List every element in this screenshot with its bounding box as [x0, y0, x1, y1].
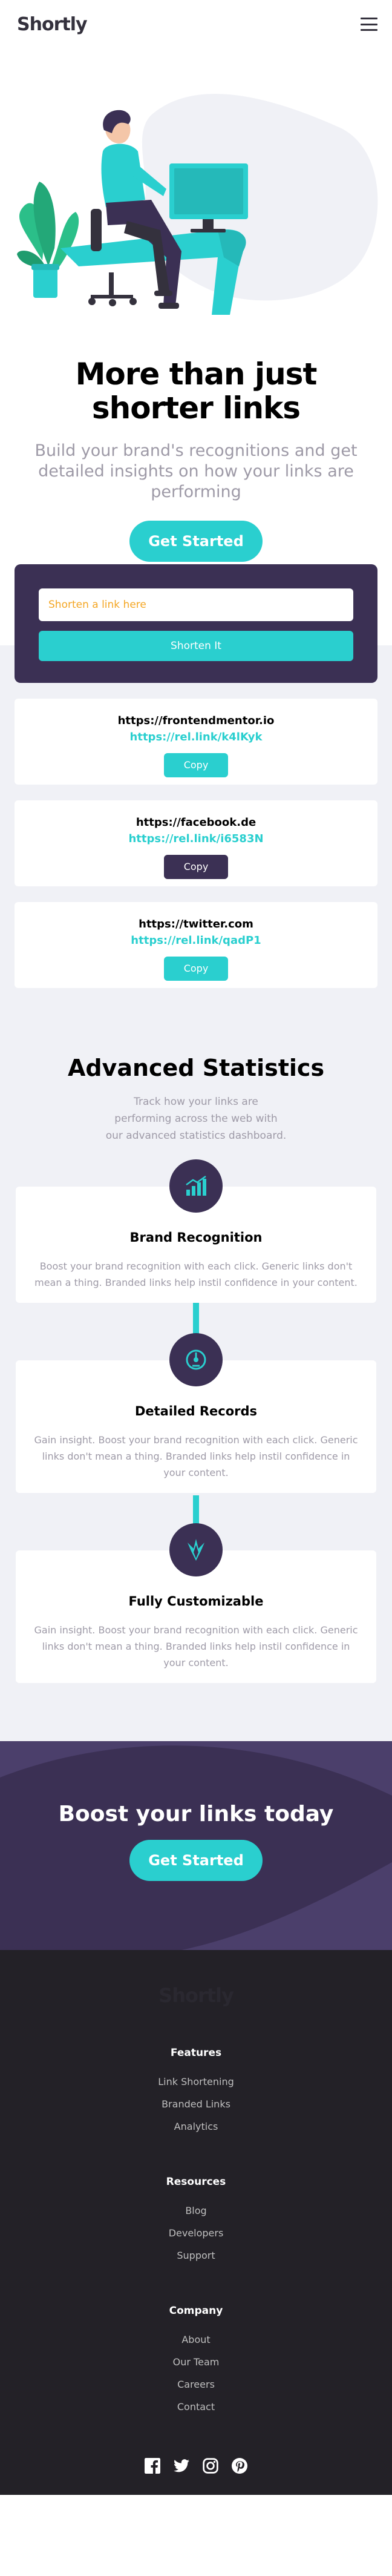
hamburger-icon[interactable]: [361, 18, 377, 31]
hero-subtitle: Build your brand's recognitions and get …: [34, 441, 358, 501]
feature-list: Brand Recognition Boost your brand recog…: [0, 1159, 392, 1683]
get-started-button[interactable]: Get Started: [129, 521, 263, 562]
footer-link[interactable]: Link Shortening: [0, 2076, 392, 2087]
footer-link[interactable]: Analytics: [0, 2121, 392, 2132]
footer-heading: Company: [169, 2305, 223, 2317]
gauge-icon: [169, 1333, 223, 1386]
hero-section: More than just shorter links Build your …: [0, 357, 392, 562]
footer-column-resources: Resources Blog Developers Support: [0, 2176, 392, 2261]
footer-logo[interactable]: Shortly: [0, 1984, 392, 2007]
feature-text: Gain insight. Boost your brand recogniti…: [34, 1624, 358, 1668]
social-links: [0, 2457, 392, 2474]
footer-link[interactable]: Blog: [0, 2205, 392, 2216]
copy-button[interactable]: Copy: [164, 855, 228, 879]
shorten-link-input[interactable]: [39, 588, 353, 621]
footer-column-company: Company About Our Team Careers Contact: [0, 2305, 392, 2413]
footer-heading: Features: [170, 2047, 222, 2059]
footer-link[interactable]: Careers: [0, 2379, 392, 2390]
stats-header: Advanced Statistics Track how your links…: [0, 1004, 392, 1144]
shortened-link-card: https://twitter.com https://rel.link/qad…: [15, 902, 377, 988]
shortened-link-card: https://facebook.de https://rel.link/i65…: [15, 800, 377, 886]
page: Shortly More than just shorter links Bui…: [0, 0, 392, 2576]
footer-link[interactable]: Developers: [0, 2227, 392, 2239]
feature-text: Gain insight. Boost your brand recogniti…: [34, 1434, 358, 1478]
footer-heading: Resources: [166, 2176, 226, 2188]
footer-link[interactable]: Support: [0, 2250, 392, 2261]
boost-get-started-button[interactable]: Get Started: [129, 1840, 263, 1881]
hero-illustration: [0, 48, 392, 333]
shortened-link-card: https://frontendmentor.io https://rel.li…: [15, 699, 377, 785]
short-url[interactable]: https://rel.link/i6583N: [15, 832, 377, 845]
person-working-illustration: [17, 93, 378, 315]
footer-link[interactable]: Branded Links: [0, 2098, 392, 2110]
stats-subtitle: Track how your links are performing acro…: [105, 1096, 287, 1142]
original-url: https://twitter.com: [139, 918, 253, 931]
copy-button[interactable]: Copy: [164, 957, 228, 981]
stats-title: Advanced Statistics: [67, 1055, 325, 1081]
shorten-form: Shorten It: [15, 564, 377, 683]
short-url[interactable]: https://rel.link/k4lKyk: [15, 731, 377, 743]
shorten-it-button[interactable]: Shorten It: [39, 631, 353, 661]
boost-title: Boost your links today: [58, 1802, 334, 1827]
feature-text: Boost your brand recognition with each c…: [34, 1260, 358, 1288]
boost-section: Boost your links today Get Started: [0, 1741, 392, 1950]
feature-card: Detailed Records Gain insight. Boost you…: [16, 1333, 376, 1493]
shortened-links-list: https://frontendmentor.io https://rel.li…: [0, 645, 392, 988]
logo[interactable]: Shortly: [17, 14, 88, 35]
original-url: https://facebook.de: [136, 816, 256, 829]
footer-link[interactable]: Contact: [0, 2401, 392, 2413]
pinterest-icon[interactable]: [231, 2457, 248, 2474]
twitter-icon[interactable]: [173, 2457, 190, 2474]
header: Shortly: [0, 0, 392, 48]
copy-button[interactable]: Copy: [164, 753, 228, 777]
instagram-icon[interactable]: [202, 2457, 219, 2474]
short-url[interactable]: https://rel.link/qadP1: [15, 934, 377, 947]
facebook-icon[interactable]: [144, 2457, 161, 2474]
feature-card: Fully Customizable Gain insight. Boost y…: [16, 1523, 376, 1683]
footer-link[interactable]: About: [0, 2334, 392, 2345]
feature-card: Brand Recognition Boost your brand recog…: [16, 1159, 376, 1303]
footer: Shortly Features Link Shortening Branded…: [0, 1950, 392, 2495]
footer-link[interactable]: Our Team: [0, 2356, 392, 2368]
statistics-section: Shorten It https://frontendmentor.io htt…: [0, 564, 392, 1741]
chart-icon: [169, 1159, 223, 1213]
brush-icon: [169, 1523, 223, 1576]
footer-column-features: Features Link Shortening Branded Links A…: [0, 2047, 392, 2132]
hero-title: More than just shorter links: [75, 357, 318, 426]
original-url: https://frontendmentor.io: [117, 714, 275, 727]
